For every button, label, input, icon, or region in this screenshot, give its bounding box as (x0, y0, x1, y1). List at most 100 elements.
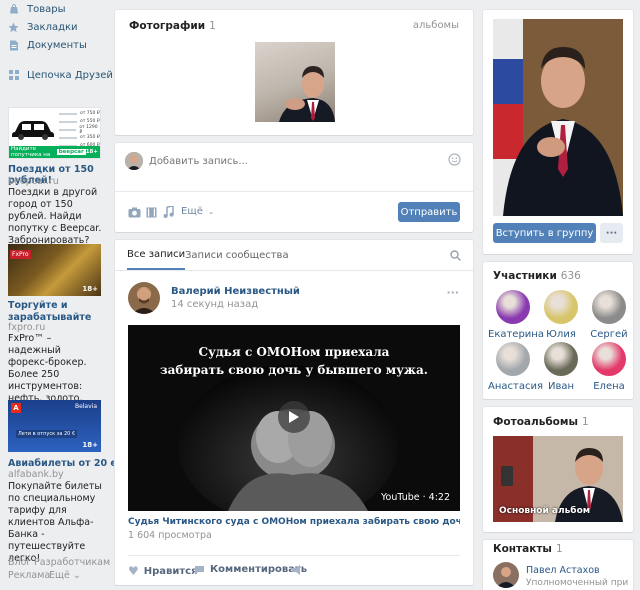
photos-count: 1 (209, 20, 216, 32)
ad-banner-fxpro[interactable]: FxPro 18+ (8, 244, 101, 296)
video-overlay-line2: забирать свою дочь у бывшего мужа. (160, 363, 428, 377)
albums-link[interactable]: альбомы (413, 20, 459, 31)
post-input[interactable] (149, 151, 439, 171)
member-name: Иван (547, 381, 575, 392)
tab-all-posts[interactable]: Все записи (127, 240, 186, 270)
ad-banner-text: Найдите попутчика на (11, 146, 51, 158)
photos-title[interactable]: Фотографии (129, 20, 205, 32)
ad-banner-beepcar[interactable]: от 750 ₽от 550 ₽от 1290 ₽от 350 ₽от 600 … (8, 107, 101, 159)
member-avatar (592, 290, 626, 324)
ad-price-row: от 1290 ₽ (59, 124, 100, 135)
more-attachments-button[interactable]: Ещё ⌄ (181, 206, 214, 217)
camera-icon[interactable] (128, 207, 141, 218)
left-nav-label: Закладки (27, 21, 78, 33)
left-nav-label: Документы (27, 39, 87, 51)
group-cover-photo[interactable] (493, 19, 623, 216)
bag-icon (8, 4, 19, 15)
photos-header: Фотографии 1 (129, 20, 216, 32)
ad-text[interactable]: Поездки в другой город от 150 рублей. На… (8, 187, 104, 247)
chevron-down-icon: ⌄ (208, 208, 214, 216)
send-button[interactable]: Отправить (398, 202, 460, 222)
star-icon (8, 22, 19, 33)
albums-card: Фотоальбомы 1 Основной альбом (483, 407, 633, 532)
search-icon[interactable] (450, 250, 461, 261)
like-label: Нравится (143, 565, 198, 577)
members-card: Участники 636 Екатерина Юлия Сергей Анастаси… (483, 262, 633, 399)
ad-title[interactable]: Торгуйте и зарабатывайте (8, 300, 98, 324)
ad-price-value: от 350 ₽ (80, 135, 100, 140)
video-player[interactable]: Судья с ОМОНом приехала забирать свою до… (128, 325, 460, 511)
alfa-logo-icon: A (11, 403, 21, 413)
video-icon[interactable] (146, 207, 157, 218)
footer-link-blog[interactable]: Блог (8, 557, 31, 568)
member-name: Елена (593, 381, 625, 392)
member-avatar (496, 342, 530, 376)
ad-site: alfabank.by (8, 469, 64, 480)
tab-community-posts-label: Записи сообщества (185, 249, 289, 261)
ad-price-row: от 750 ₽ (59, 110, 100, 117)
member-name: Екатерина (488, 329, 544, 340)
ad-banner-offer: Лети в отпуск за 20 € (16, 430, 78, 438)
left-nav-item[interactable]: Цепочка Друзей (8, 66, 113, 84)
ad-banner-belavia[interactable]: A Belavia Лети в отпуск за 20 € 18+ (8, 400, 101, 452)
post-time[interactable]: 14 секунд назад (171, 299, 258, 310)
left-nav-item[interactable]: Документы (8, 36, 87, 54)
wall-card: Все записи Записи сообщества Валерий Неи… (115, 240, 473, 585)
footer-link-more[interactable]: Ещё ⌄ (49, 570, 81, 581)
post-composer: Ещё ⌄ Отправить (115, 143, 473, 232)
ad-text[interactable]: Покупайте билеты по специальному тарифу … (8, 481, 104, 565)
member-name: Юлия (546, 329, 576, 340)
contacts-header[interactable]: Контакты 1 (493, 543, 563, 555)
ad-banner-brand: Belavia (74, 403, 97, 410)
ad-banner-age: 18+ (82, 441, 98, 449)
like-button[interactable]: ♥ Нравится (128, 564, 198, 578)
more-attachments-label: Ещё (181, 206, 203, 217)
footer-link-developers[interactable]: Разработчикам (34, 557, 110, 568)
ad-banner-brand: FxPro (10, 250, 31, 259)
members-count: 636 (560, 270, 581, 282)
play-button-icon[interactable] (278, 401, 310, 433)
join-group-button[interactable]: Вступить в группу (493, 223, 596, 243)
member-item[interactable]: Анастасия (488, 342, 543, 392)
music-icon[interactable] (163, 205, 174, 218)
app-grid-icon (8, 70, 19, 81)
member-item[interactable]: Иван (536, 342, 586, 392)
members-header[interactable]: Участники 636 (493, 270, 581, 282)
member-item[interactable]: Елена (584, 342, 634, 392)
tab-all-posts-label: Все записи (127, 248, 186, 260)
post-more-button[interactable]: ··· (446, 286, 459, 299)
albums-count: 1 (581, 416, 589, 428)
left-nav-label: Товары (27, 3, 66, 15)
document-icon (8, 40, 19, 51)
video-link-title[interactable]: Судья Читинского суда с ОМОНом приехала … (128, 517, 460, 527)
ad-price-row: от 350 ₽ (59, 134, 100, 141)
contact-avatar[interactable] (493, 562, 519, 588)
ad-banner-brand: beepcar (56, 149, 86, 155)
comment-icon (194, 565, 205, 575)
group-more-button[interactable]: ··· (600, 223, 623, 243)
member-name: Анастасия (488, 381, 543, 392)
photo-thumbnail[interactable] (255, 42, 335, 122)
ad-price-value: от 1290 ₽ (79, 124, 98, 135)
left-nav-item[interactable]: Закладки (8, 18, 78, 36)
member-item[interactable]: Юлия (536, 290, 586, 340)
left-nav-label: Цепочка Друзей (27, 69, 113, 81)
member-avatar (592, 342, 626, 376)
author-avatar[interactable] (128, 282, 160, 314)
member-avatar (496, 290, 530, 324)
album-cover[interactable]: Основной альбом (493, 436, 623, 522)
share-icon[interactable] (291, 565, 302, 575)
member-item[interactable]: Екатерина (488, 290, 544, 340)
member-item[interactable]: Сергей (584, 290, 634, 340)
contact-name[interactable]: Павел Астахов (526, 565, 600, 576)
albums-header[interactable]: Фотоальбомы 1 (493, 416, 589, 428)
composer-avatar (125, 152, 143, 170)
emoji-icon[interactable] (448, 153, 461, 166)
left-nav-item[interactable]: Товары (8, 0, 66, 18)
ad-price-value: от 550 ₽ (80, 119, 100, 124)
tab-community-posts[interactable]: Записи сообщества (185, 240, 289, 270)
footer-link-ads[interactable]: Реклама (8, 570, 50, 581)
car-icon (11, 118, 55, 140)
member-name: Сергей (590, 329, 628, 340)
post-author[interactable]: Валерий Неизвестный (171, 286, 300, 297)
